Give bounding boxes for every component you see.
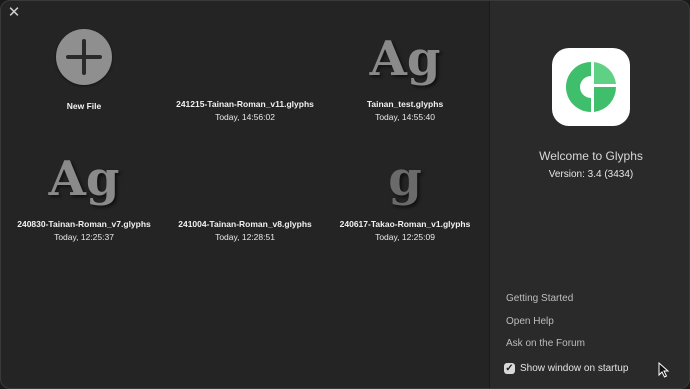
document-date: Today, 14:56:02	[215, 112, 275, 122]
document-name: Tainan_test.glyphs	[366, 99, 444, 109]
document-thumbnail: Ag	[48, 151, 120, 207]
mouse-pointer-icon	[658, 362, 670, 378]
welcome-window: ✕ New File 241215-Tainan-Roman_v11.glyph…	[0, 0, 690, 389]
document-thumbnail	[165, 29, 325, 89]
recent-document[interactable]: g 240617-Takao-Roman_v1.glyphs Today, 12…	[325, 149, 485, 242]
new-file-button[interactable]: New File	[4, 29, 164, 111]
document-date: Today, 12:28:51	[215, 232, 275, 242]
new-file-label: New File	[66, 101, 102, 111]
recent-document[interactable]: 241004-Tainan-Roman_v8.glyphs Today, 12:…	[165, 149, 325, 242]
document-name: 241004-Tainan-Roman_v8.glyphs	[178, 219, 312, 229]
show-on-startup[interactable]: ✓ Show window on startup	[504, 363, 628, 374]
recent-document[interactable]: Ag 240830-Tainan-Roman_v7.glyphs Today, …	[4, 149, 164, 242]
document-thumbnail: g	[388, 151, 422, 207]
document-name: 241215-Tainan-Roman_v11.glyphs	[176, 99, 314, 109]
recent-document[interactable]: 241215-Tainan-Roman_v11.glyphs Today, 14…	[165, 29, 325, 122]
document-date: Today, 12:25:37	[54, 232, 114, 242]
version-label: Version: 3.4 (3434)	[548, 169, 634, 180]
show-on-startup-checkbox[interactable]: ✓	[504, 363, 515, 374]
welcome-sidebar: Welcome to Glyphs Version: 3.4 (3434) Ge…	[489, 1, 689, 388]
document-name: 240830-Tainan-Roman_v7.glyphs	[17, 219, 151, 229]
show-on-startup-label: Show window on startup	[520, 363, 629, 374]
document-date: Today, 12:25:09	[375, 232, 435, 242]
recent-document[interactable]: Ag Tainan_test.glyphs Today, 14:55:40	[325, 29, 485, 122]
ask-forum-link[interactable]: Ask on the Forum	[506, 338, 585, 349]
welcome-title: Welcome to Glyphs	[539, 149, 643, 163]
recent-documents-grid: New File 241215-Tainan-Roman_v11.glyphs …	[1, 1, 489, 388]
open-help-link[interactable]: Open Help	[506, 316, 554, 327]
glyphs-app-icon	[552, 48, 630, 126]
plus-icon	[56, 29, 112, 85]
document-date: Today, 14:55:40	[375, 112, 435, 122]
document-thumbnail	[165, 149, 325, 209]
document-thumbnail: Ag	[369, 31, 441, 87]
document-name: 240617-Takao-Roman_v1.glyphs	[339, 219, 471, 229]
getting-started-link[interactable]: Getting Started	[506, 293, 573, 304]
